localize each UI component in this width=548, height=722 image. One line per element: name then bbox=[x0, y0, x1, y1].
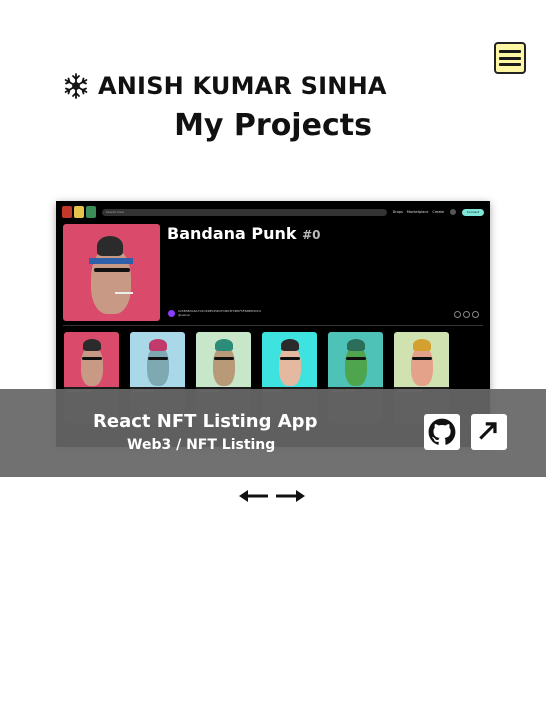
github-icon bbox=[428, 418, 456, 445]
hamburger-line bbox=[499, 50, 521, 54]
github-button[interactable] bbox=[424, 414, 460, 450]
screenshot-connect-label: Connect bbox=[466, 210, 480, 214]
project-subtitle: Web3 / NFT Listing bbox=[127, 437, 276, 453]
nft-card-image bbox=[394, 332, 449, 387]
owner-handle: @owner bbox=[178, 312, 191, 317]
hero-owner: 0x5B38DA6A701C568545DCFCB03FCB875F56BEDD… bbox=[168, 309, 261, 317]
screenshot-search-bar: Search here bbox=[102, 208, 387, 216]
prev-project-button[interactable] bbox=[238, 485, 270, 507]
screenshot-logo bbox=[62, 206, 96, 218]
screenshot-nav: Drops Marketplace Create bbox=[393, 210, 444, 214]
screenshot-divider bbox=[63, 325, 483, 326]
screenshot-nav-item: Marketplace bbox=[406, 210, 429, 214]
external-link-arrow-icon bbox=[479, 422, 497, 440]
nft-card-image bbox=[64, 332, 119, 387]
more-icon bbox=[472, 311, 479, 318]
nft-card-image bbox=[130, 332, 185, 387]
arrow-right-icon bbox=[276, 490, 305, 502]
hero-nft-image bbox=[63, 224, 160, 321]
hero-title-text: Bandana Punk bbox=[167, 224, 297, 243]
nft-card-image bbox=[328, 332, 383, 387]
snowflake-icon bbox=[64, 73, 88, 99]
share-icon bbox=[454, 311, 461, 318]
hamburger-line bbox=[499, 56, 521, 60]
project-caption-overlay: React NFT Listing App Web3 / NFT Listing bbox=[0, 389, 546, 477]
hero-title-number: #0 bbox=[302, 228, 321, 242]
arrow-left-icon bbox=[239, 490, 268, 502]
screenshot-connect-button: Connect bbox=[462, 208, 484, 216]
screenshot-topbar: Search here Drops Marketplace Create Con… bbox=[56, 201, 490, 223]
hamburger-menu-button[interactable] bbox=[494, 42, 526, 74]
share-icons bbox=[454, 311, 479, 318]
carousel-controls bbox=[238, 485, 306, 507]
brand[interactable]: ANISH KUMAR SINHA bbox=[62, 72, 387, 100]
page-title: My Projects bbox=[174, 108, 372, 143]
nft-card-image bbox=[196, 332, 251, 387]
hero-title: Bandana Punk #0 bbox=[167, 224, 321, 243]
owner-avatar bbox=[168, 310, 175, 317]
twitter-icon bbox=[463, 311, 470, 318]
screenshot-search-placeholder: Search here bbox=[106, 210, 125, 214]
next-project-button[interactable] bbox=[274, 485, 306, 507]
screenshot-theme-icon bbox=[450, 209, 456, 215]
project-title: React NFT Listing App bbox=[93, 411, 318, 432]
nft-card-image bbox=[262, 332, 317, 387]
screenshot-nav-item: Create bbox=[432, 210, 444, 214]
owner-address: 0x5B38DA6A701C568545DCFCB03FCB875F56BEDD… bbox=[178, 309, 261, 313]
brand-name: ANISH KUMAR SINHA bbox=[98, 72, 387, 100]
screenshot-nav-item: Drops bbox=[392, 210, 403, 214]
live-link-button[interactable] bbox=[471, 414, 507, 450]
hamburger-line bbox=[499, 62, 521, 66]
